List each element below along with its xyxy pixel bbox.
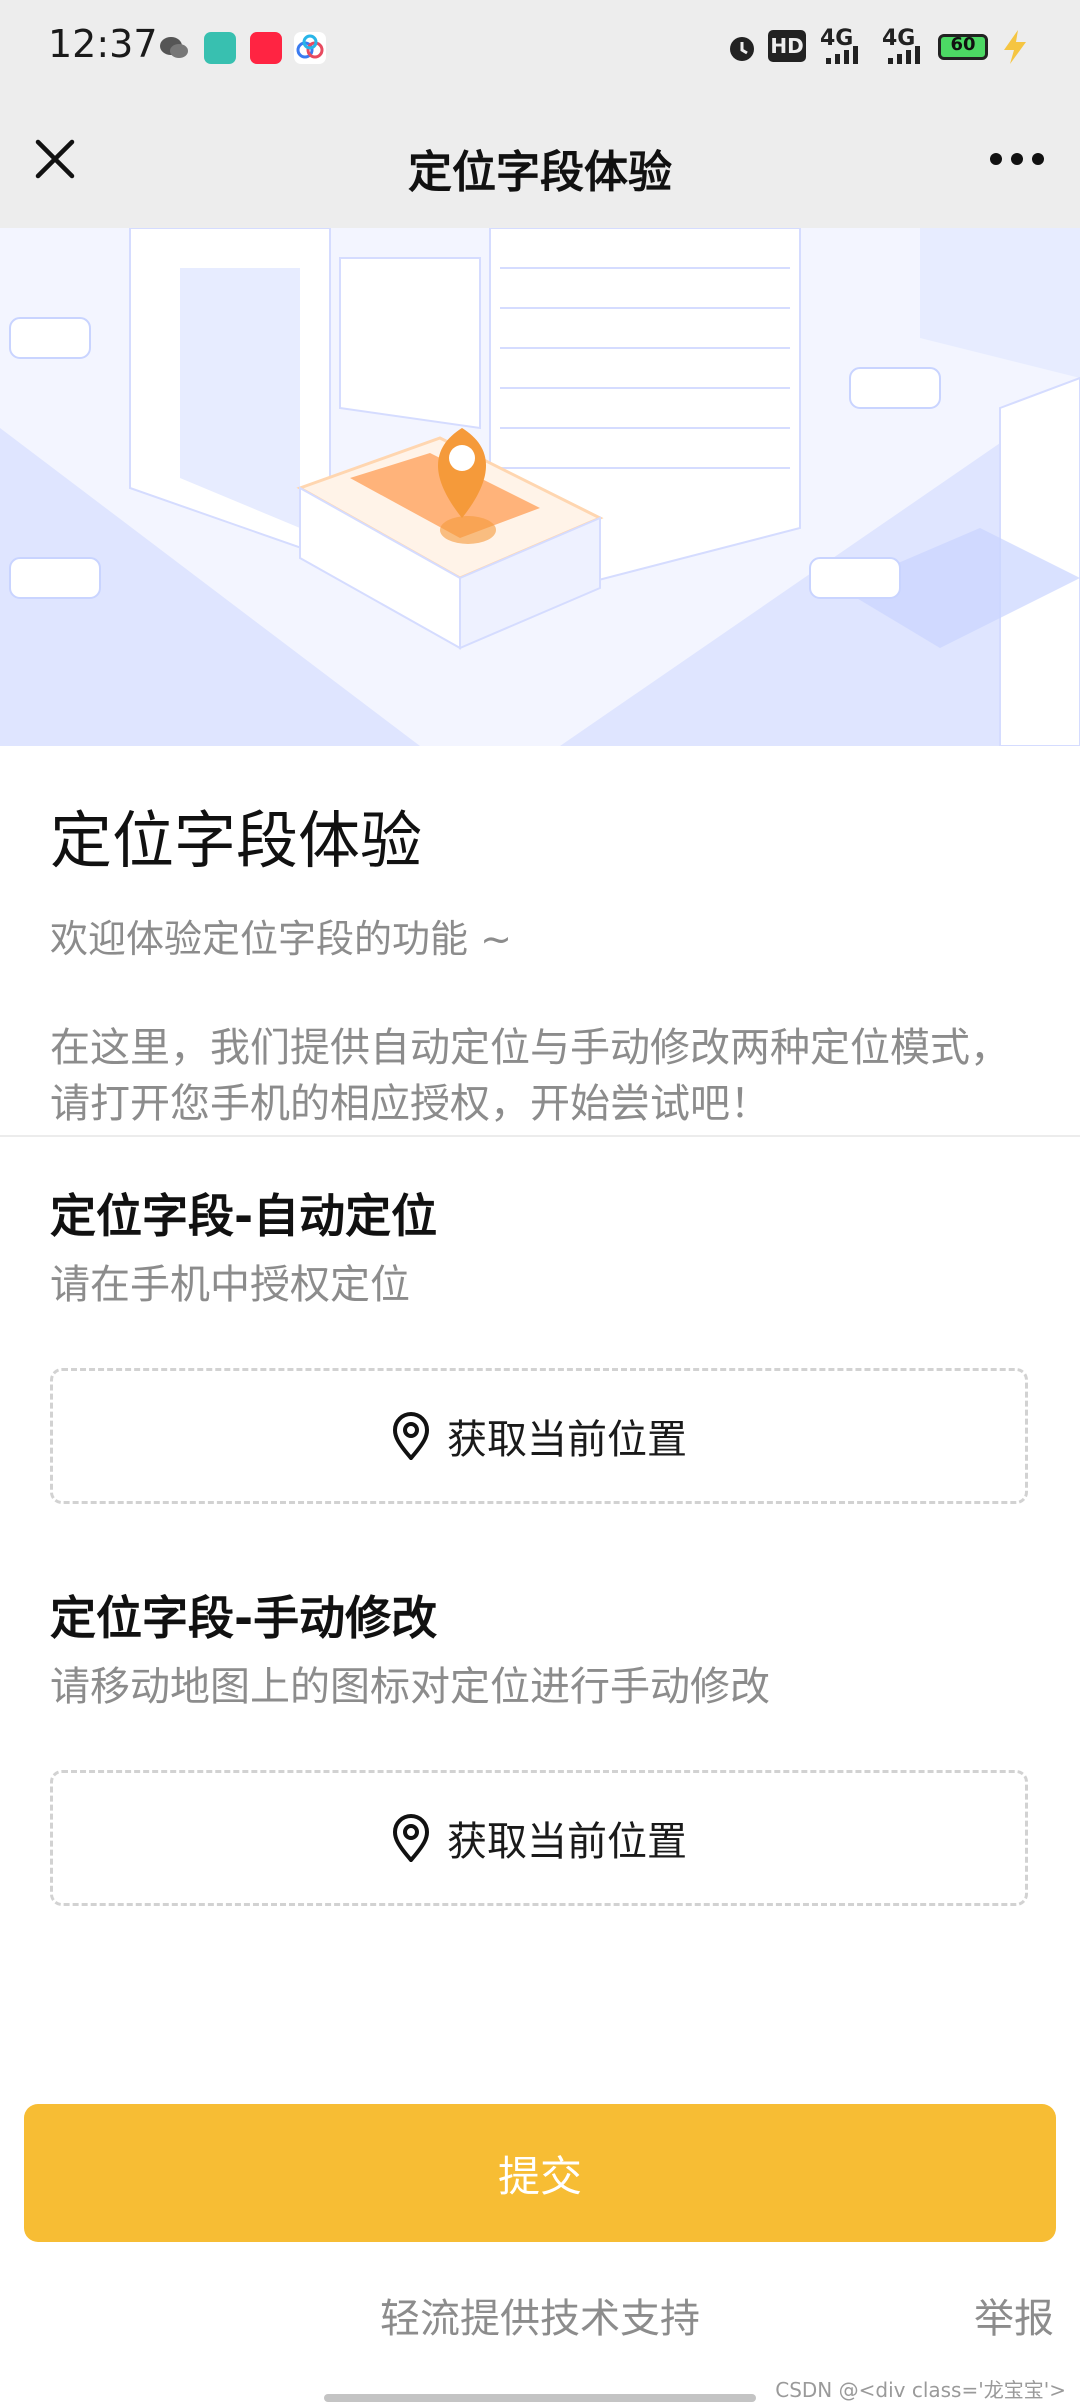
status-time: 12:37 — [48, 22, 158, 66]
xiaohongshu-icon — [250, 32, 282, 64]
field-label-manual-location: 定位字段-手动修改 — [50, 1591, 438, 1645]
get-location-button-manual[interactable]: 获取当前位置 — [50, 1770, 1028, 1906]
alarm-icon — [726, 32, 758, 68]
banner-illustration — [0, 228, 1080, 746]
wechat-icon — [158, 32, 190, 64]
signal-icon — [826, 46, 866, 68]
report-link[interactable]: 举报 — [974, 2286, 1054, 2344]
charging-icon — [1000, 30, 1030, 68]
location-pin-icon — [391, 1814, 431, 1864]
form-description-line1: 欢迎体验定位字段的功能 ~ — [50, 917, 512, 961]
more-icon[interactable] — [984, 136, 1050, 182]
location-pin-icon — [391, 1412, 431, 1462]
battery-level: 60 — [950, 34, 976, 55]
form-title: 定位字段体验 — [50, 804, 423, 877]
tech-support-text: 轻流提供技术支持 — [380, 2296, 700, 2342]
battery-icon: 60 — [938, 34, 988, 60]
home-indicator[interactable] — [324, 2394, 756, 2402]
get-location-label-auto: 获取当前位置 — [447, 1417, 687, 1463]
boss-app-icon — [204, 32, 236, 64]
signal-icon-2 — [888, 46, 928, 68]
submit-button[interactable]: 提交 — [24, 2104, 1056, 2242]
page-title: 定位字段体验 — [408, 147, 672, 198]
divider — [0, 1135, 1080, 1137]
get-location-label-manual: 获取当前位置 — [447, 1819, 687, 1865]
watermark: CSDN @<div class='龙宝宝'> — [775, 2378, 1066, 2402]
field-hint-auto-location: 请在手机中授权定位 — [50, 1262, 410, 1308]
baidu-netdisk-icon — [294, 32, 326, 64]
get-location-button-auto[interactable]: 获取当前位置 — [50, 1368, 1028, 1504]
form-description-line2: 在这里，我们提供自动定位与手动修改两种定位模式，请打开您手机的相应授权，开始尝试… — [50, 1025, 1010, 1127]
field-hint-manual-location: 请移动地图上的图标对定位进行手动修改 — [50, 1664, 770, 1710]
field-label-auto-location: 定位字段-自动定位 — [50, 1189, 438, 1243]
nav-bar: 定位字段体验 — [0, 96, 1080, 228]
hd-icon: HD — [768, 30, 806, 62]
status-bar: 12:37 HD 4G 4G 60 — [0, 0, 1080, 96]
